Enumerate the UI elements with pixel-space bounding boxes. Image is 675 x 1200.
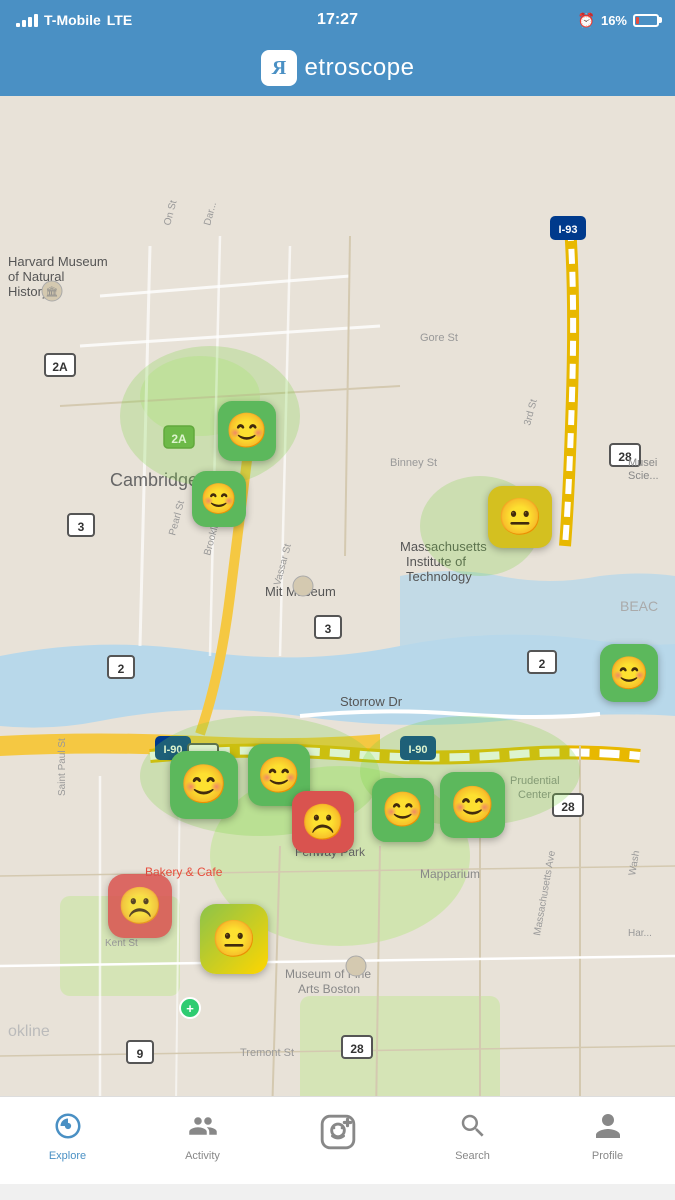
app-logo: R etroscope	[261, 50, 415, 86]
svg-text:Gore St: Gore St	[420, 332, 458, 344]
status-left: T-Mobile LTE	[16, 12, 132, 28]
svg-text:Technology: Technology	[406, 569, 472, 584]
svg-text:okline: okline	[8, 1023, 50, 1040]
svg-text:Center: Center	[518, 789, 551, 801]
battery-percent: 16%	[601, 13, 627, 28]
svg-text:Cambridge: Cambridge	[110, 470, 198, 490]
svg-text:Institute of: Institute of	[406, 554, 466, 569]
marker-green-3[interactable]: 😊	[600, 644, 658, 702]
svg-text:28: 28	[350, 1042, 364, 1056]
signal-bars	[16, 14, 38, 27]
profile-label: Profile	[592, 1150, 623, 1162]
tab-activity[interactable]: Activity	[135, 1111, 270, 1170]
svg-text:2: 2	[118, 662, 125, 676]
svg-text:Prudential: Prudential	[510, 775, 560, 787]
marker-green-2[interactable]: 😊	[192, 471, 246, 527]
status-bar: T-Mobile LTE 17:27 ⏰ 16%	[0, 0, 675, 40]
carrier-label: T-Mobile	[44, 12, 101, 28]
activity-icon	[188, 1111, 218, 1146]
battery-fill	[636, 17, 639, 24]
activity-label: Activity	[185, 1150, 220, 1162]
logo-r-icon: R	[261, 50, 297, 86]
tab-explore[interactable]: Explore	[0, 1111, 135, 1170]
tab-bar: Explore Activity	[0, 1096, 675, 1184]
svg-text:Musei: Musei	[628, 457, 657, 469]
marker-green-7[interactable]: 😊	[440, 772, 505, 838]
svg-text:Harvard Museum: Harvard Museum	[8, 254, 108, 269]
tab-profile[interactable]: Profile	[540, 1111, 675, 1170]
network-label: LTE	[107, 12, 132, 28]
marker-green-1[interactable]: 😊	[218, 401, 276, 461]
svg-text:Tremont St: Tremont St	[240, 1047, 294, 1059]
marker-red-1[interactable]: ☹️	[292, 791, 354, 853]
add-face-icon	[319, 1113, 357, 1156]
time-label: 17:27	[317, 11, 358, 29]
svg-text:🏛: 🏛	[46, 286, 59, 298]
svg-text:Har...: Har...	[628, 928, 652, 939]
battery-icon	[633, 14, 659, 27]
status-right: ⏰ 16%	[578, 12, 659, 29]
svg-text:2A: 2A	[52, 360, 68, 374]
svg-text:I-93: I-93	[559, 224, 578, 236]
battery-container	[633, 14, 659, 27]
svg-text:Massachusetts: Massachusetts	[400, 539, 487, 554]
profile-icon	[593, 1111, 623, 1146]
svg-text:3: 3	[78, 520, 85, 534]
search-icon	[458, 1111, 488, 1146]
marker-red-2[interactable]: ☹️	[108, 874, 172, 938]
svg-text:Saint Paul St: Saint Paul St	[57, 738, 68, 796]
svg-text:Kent St: Kent St	[105, 938, 138, 949]
app-header: R etroscope	[0, 40, 675, 96]
svg-text:2: 2	[539, 657, 546, 671]
svg-text:BEAC: BEAC	[620, 598, 658, 614]
tab-add[interactable]	[270, 1113, 405, 1168]
explore-label: Explore	[49, 1150, 86, 1162]
svg-text:+: +	[186, 1001, 194, 1016]
app-title: etroscope	[305, 54, 415, 82]
map-area: Harvard Museum of Natural History Cambri…	[0, 96, 675, 1184]
explore-icon	[53, 1111, 83, 1146]
svg-text:9: 9	[137, 1047, 144, 1061]
svg-text:2A: 2A	[171, 432, 187, 446]
svg-text:Storrow Dr: Storrow Dr	[340, 694, 403, 709]
marker-yellow-1[interactable]: 😐	[488, 486, 552, 548]
svg-text:Arts Boston: Arts Boston	[298, 982, 360, 996]
svg-text:I-90: I-90	[409, 744, 428, 756]
marker-green-6[interactable]: 😊	[372, 778, 434, 842]
marker-mixed-1[interactable]: 😐	[200, 904, 268, 974]
svg-text:3: 3	[325, 622, 332, 636]
alarm-icon: ⏰	[578, 12, 595, 29]
svg-text:Binney St: Binney St	[390, 457, 437, 469]
tab-search[interactable]: Search	[405, 1111, 540, 1170]
map-svg: Harvard Museum of Natural History Cambri…	[0, 96, 675, 1184]
svg-text:Scie...: Scie...	[628, 470, 659, 482]
search-label: Search	[455, 1150, 490, 1162]
marker-green-4[interactable]: 😊	[170, 751, 238, 819]
svg-text:28: 28	[561, 800, 575, 814]
svg-text:Mapparium: Mapparium	[420, 867, 480, 881]
